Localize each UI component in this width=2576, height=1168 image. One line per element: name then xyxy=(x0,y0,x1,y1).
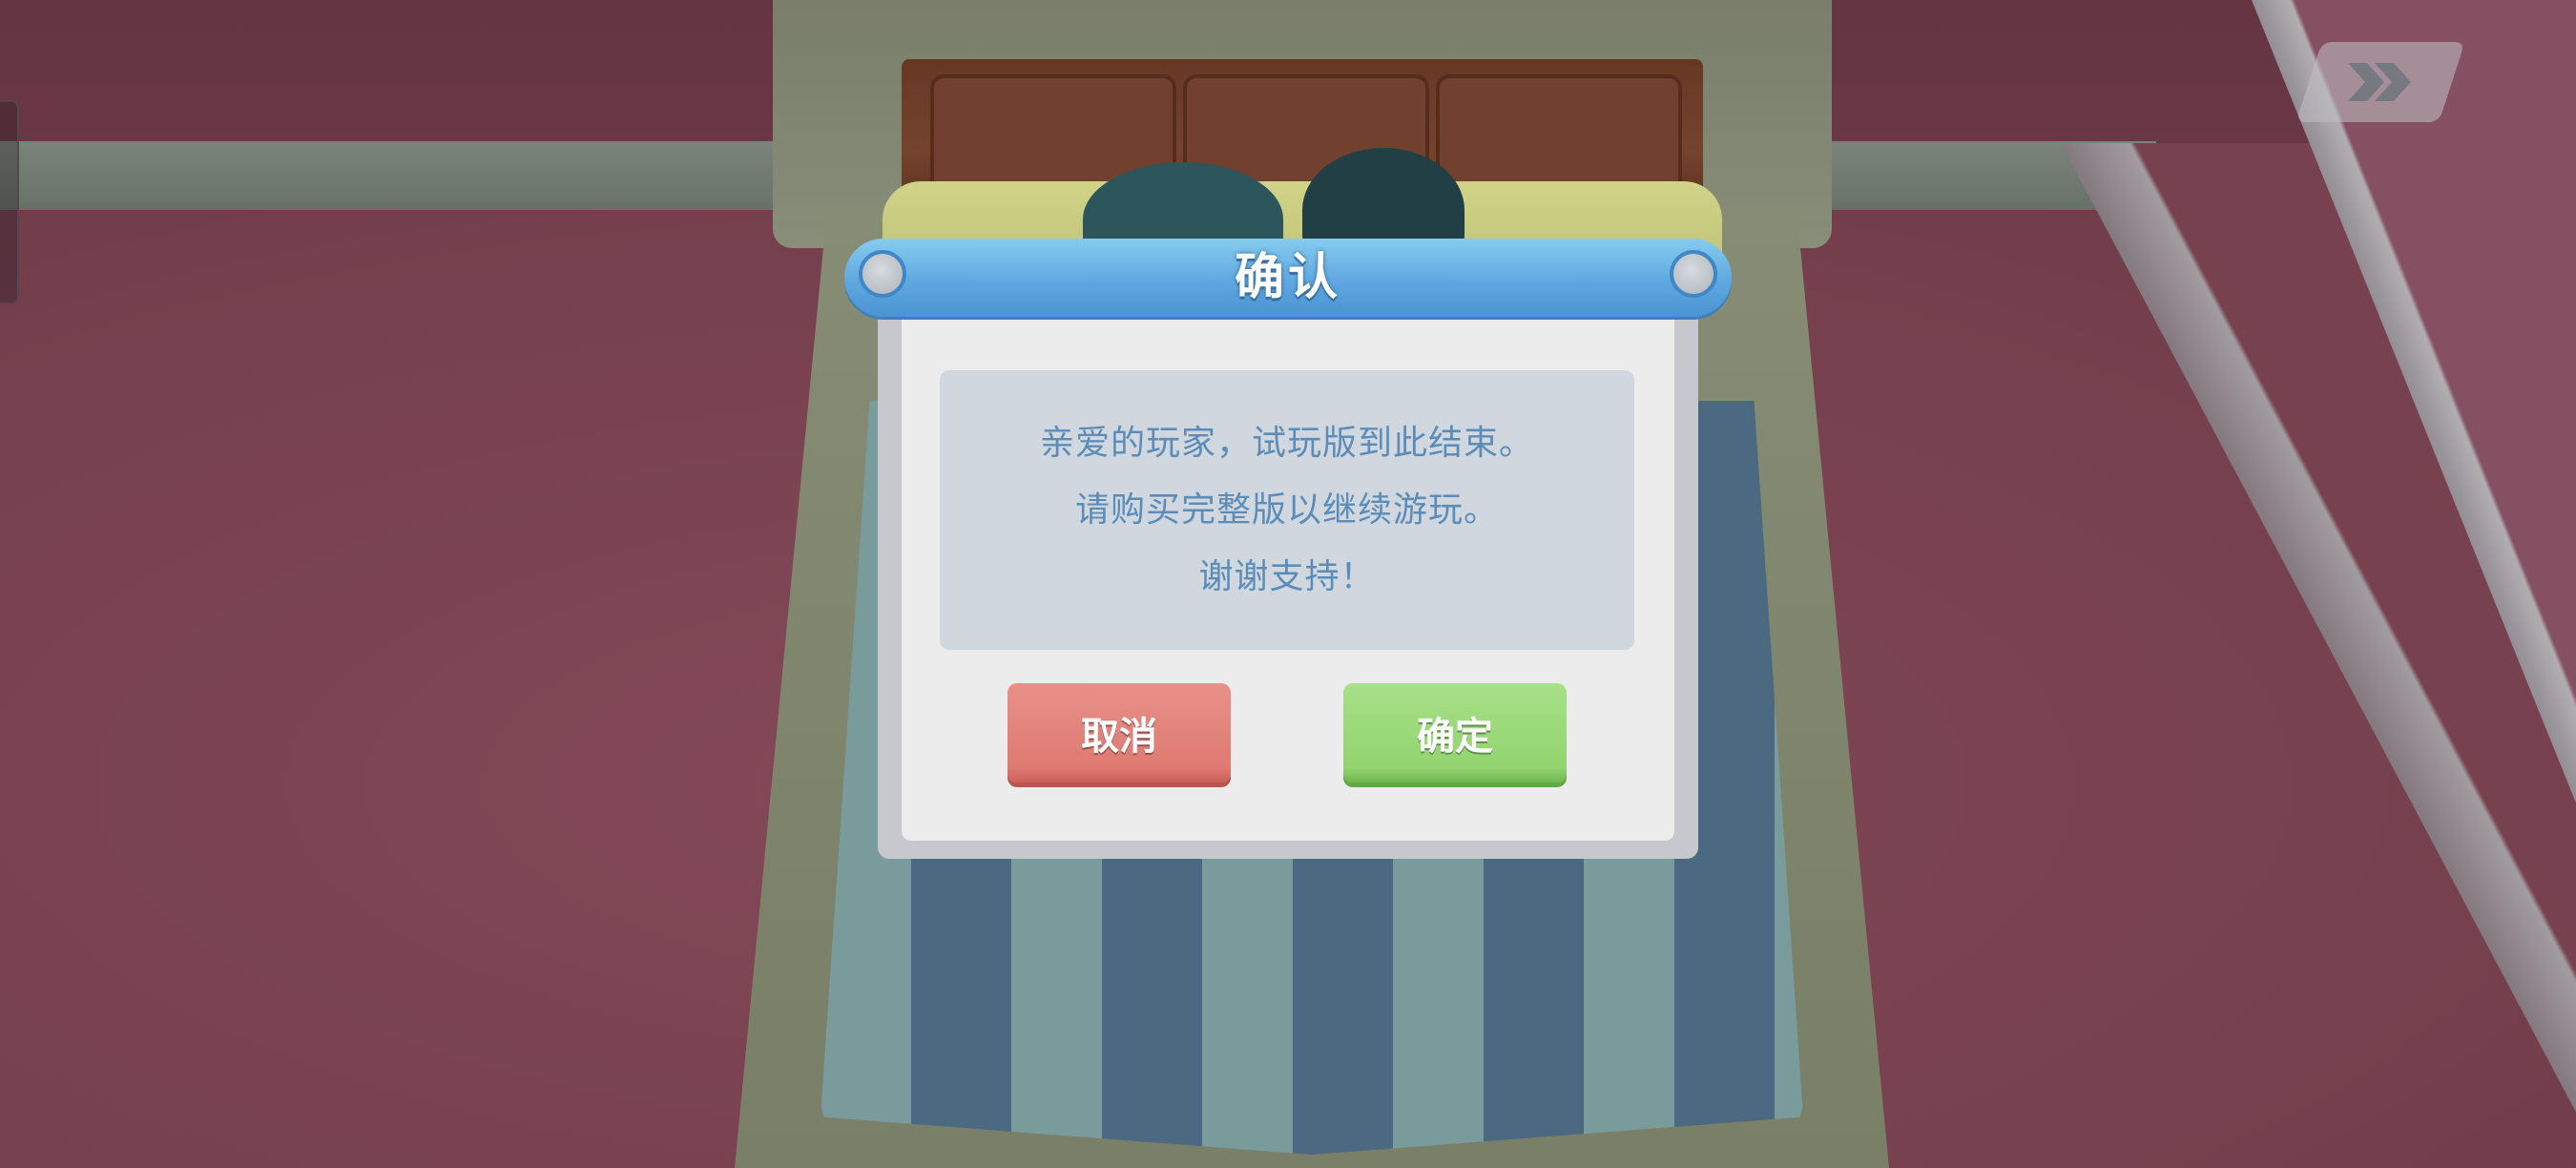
confirm-button[interactable]: 确定 xyxy=(1343,683,1567,782)
dialog-message-line: 谢谢支持！ xyxy=(1198,556,1376,596)
dialog-title: 确认 xyxy=(1234,249,1341,306)
game-scene: 确认 亲爱的玩家，试玩版到此结束。 请购买完整版以继续游玩。 谢谢支持！ 取消 … xyxy=(0,0,2576,1168)
dialog-message-line: 亲爱的玩家，试玩版到此结束。 xyxy=(1039,423,1534,463)
dialog-message-line: 请购买完整版以继续游玩。 xyxy=(1074,490,1499,530)
dialog-message-box: 亲爱的玩家，试玩版到此结束。 请购买完整版以继续游玩。 谢谢支持！ xyxy=(940,370,1634,650)
cancel-button[interactable]: 取消 xyxy=(1008,683,1231,782)
